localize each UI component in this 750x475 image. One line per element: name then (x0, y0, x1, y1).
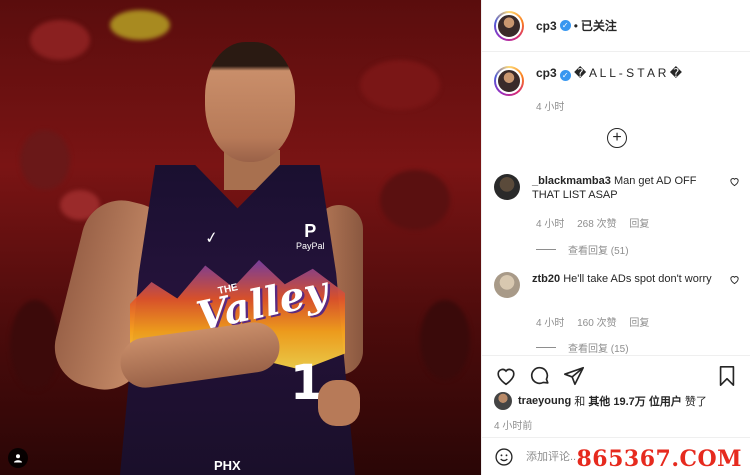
plus-circle-icon: + (612, 129, 622, 146)
nike-logo-icon: ✓ (203, 229, 220, 248)
comment-body: ztb20 He'll take ADs spot don't worry (532, 272, 722, 298)
reply-button[interactable]: 回复 (629, 318, 649, 329)
avatar[interactable] (494, 272, 520, 298)
comment-button[interactable] (528, 364, 552, 388)
verified-badge-icon: ✓ (559, 20, 571, 31)
comment-text: He'll take ADs spot don't worry (563, 273, 712, 285)
avatar[interactable] (494, 174, 520, 200)
likes-connector: 和 (574, 396, 586, 408)
post-sidebar: cp3 ✓ • 已关注 cp3 ✓ � A L L - S T A R � 4 小… (481, 0, 750, 475)
crowd-blur (380, 170, 450, 230)
comment-time: 4 小时 (536, 219, 565, 230)
crowd-blur (360, 60, 440, 110)
comment-icon (530, 366, 549, 384)
sponsor-text: PayPal (296, 240, 325, 251)
likes-summary: traeyoung 和 其他 19.7万 位用户 赞了 (494, 392, 707, 410)
comment-time: 4 小时 (536, 318, 565, 329)
player-fist (318, 380, 360, 426)
caption-text: � A L L - S T A R � (574, 66, 683, 80)
paypal-icon: P (304, 221, 317, 241)
like-button[interactable] (494, 364, 518, 388)
comment-likes[interactable]: 268 次赞 (577, 219, 616, 230)
comment-item: ztb20 He'll take ADs spot don't worry (494, 272, 744, 298)
post-header: cp3 ✓ • 已关注 (482, 0, 750, 52)
comment-meta: 4 小时 160 次赞 回复 (536, 314, 659, 329)
crowd-blur (30, 20, 90, 60)
view-replies-label: 查看回复 (51) (568, 246, 629, 257)
heart-icon[interactable] (729, 274, 740, 285)
comment-meta: 4 小时 268 次赞 回复 (536, 215, 659, 230)
comment-likes[interactable]: 160 次赞 (577, 318, 616, 329)
comment-item: _blackmamba3 Man get AD OFF THAT LIST AS… (494, 174, 744, 202)
comment-username[interactable]: ztb20 (532, 273, 560, 285)
caption-body: cp3 ✓ � A L L - S T A R � (536, 66, 682, 96)
avatar[interactable] (494, 66, 524, 96)
view-replies-button[interactable]: 查看回复 (15) (536, 340, 629, 355)
avatar[interactable] (494, 10, 524, 41)
send-icon (564, 366, 584, 385)
view-replies-button[interactable]: 查看回复 (51) (536, 242, 629, 257)
heart-icon (497, 368, 515, 385)
caption-username[interactable]: cp3 (536, 66, 557, 80)
divider (536, 347, 556, 348)
load-more-comments-button[interactable]: + (607, 128, 627, 148)
heart-icon[interactable] (729, 176, 740, 187)
comment-username[interactable]: _blackmamba3 (532, 175, 611, 187)
post-caption: cp3 ✓ � A L L - S T A R � (494, 66, 744, 96)
caption-time: 4 小时 (536, 102, 565, 113)
liker-username[interactable]: traeyoung (518, 395, 571, 407)
save-button[interactable] (715, 364, 739, 388)
header-username[interactable]: cp3 (536, 19, 557, 33)
comment-body: _blackmamba3 Man get AD OFF THAT LIST AS… (532, 174, 722, 202)
crowd-blur (10, 300, 60, 390)
follow-button[interactable]: 已关注 (581, 17, 617, 34)
crowd-blur (20, 130, 70, 190)
divider (536, 249, 556, 250)
player-head (205, 42, 295, 162)
share-button[interactable] (562, 364, 586, 388)
verified-badge-icon: ✓ (559, 70, 571, 81)
bookmark-icon (719, 365, 735, 386)
reply-button[interactable]: 回复 (629, 219, 649, 230)
watermark: 865367.COM (576, 446, 742, 472)
likes-suffix: 赞了 (684, 396, 707, 408)
likes-count[interactable]: 其他 19.7万 位用户 (588, 393, 682, 409)
sponsor-logo: P PayPal (296, 221, 325, 252)
user-tag-icon (14, 454, 22, 463)
crowd-blur (110, 10, 170, 40)
post-timestamp: 4 小时前 (494, 421, 533, 432)
header-separator: • (573, 18, 578, 33)
crowd-blur (420, 300, 470, 380)
avatar[interactable] (494, 392, 512, 410)
post-photo[interactable]: THE Valley ✓ P PayPal 1 PHX (0, 0, 481, 475)
emoji-icon[interactable] (494, 447, 514, 467)
user-tag-button[interactable] (8, 448, 28, 468)
post-actions (482, 355, 750, 395)
shorts-text: PHX (214, 458, 241, 473)
view-replies-label: 查看回复 (15) (568, 344, 629, 355)
